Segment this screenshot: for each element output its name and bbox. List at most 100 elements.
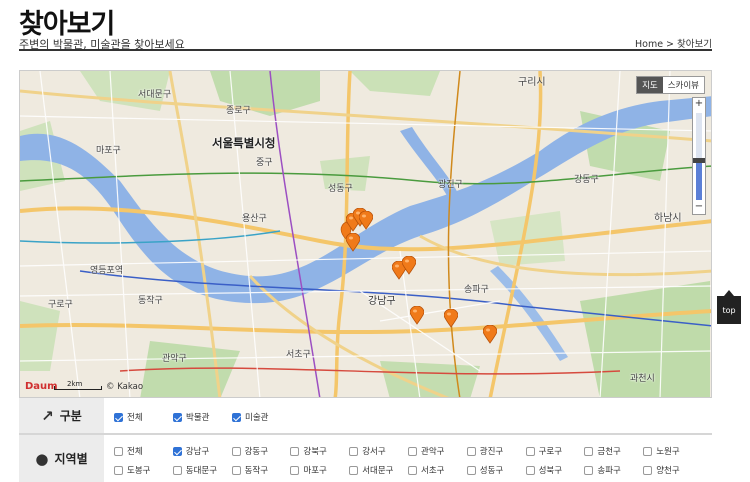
checkbox-option[interactable]: 도봉구: [114, 464, 150, 476]
category-options: 전체 박물관 미술관: [104, 398, 712, 433]
checkbox-option[interactable]: 성동구: [466, 464, 503, 476]
checkbox-unchecked[interactable]: [466, 446, 476, 456]
map-label-jongno: 종로구: [226, 106, 251, 116]
museum-marker-pin[interactable]: [359, 211, 373, 230]
checkbox-option[interactable]: 성북구: [525, 464, 563, 476]
map-view[interactable]: 서울특별시청 강남구 광진구 강동구 송파구 서초구 중구 용산구 마포구 동작…: [19, 70, 712, 398]
map-label-hanam: 하남시: [654, 213, 682, 224]
checkbox-unchecked[interactable]: [114, 446, 123, 456]
checkbox-label: 동작구: [244, 466, 269, 476]
map-type-skyview-button[interactable]: 스카이뷰: [663, 77, 704, 93]
checkbox-unchecked[interactable]: [114, 465, 123, 475]
checkbox-unchecked[interactable]: [584, 465, 594, 475]
checkbox-option[interactable]: 강동구: [231, 445, 269, 457]
checkbox-unchecked[interactable]: [349, 465, 359, 475]
filter-heading-region: ● 지역별: [19, 435, 104, 482]
map-label-gangnam: 강남구: [368, 296, 396, 307]
checkbox-label: 서초구: [421, 466, 445, 476]
checkbox-label: 구로구: [538, 447, 563, 457]
breadcrumb[interactable]: Home > 찾아보기: [635, 36, 712, 50]
filter-table: ↗ 구분 전체 박물관 미술관 ● 지역별 전체 강남구 강동구 강북구 강서구 관악구 광진구…: [19, 398, 712, 482]
checkbox-checked[interactable]: [232, 412, 241, 422]
map-label-gwanak: 관악구: [162, 354, 187, 364]
checkbox-label: 양천구: [656, 466, 680, 476]
checkbox-unchecked[interactable]: [408, 446, 417, 456]
map-label-guro: 구로구: [48, 300, 73, 310]
map-canvas[interactable]: [20, 71, 712, 398]
map-label-guri: 구리시: [518, 77, 546, 88]
checkbox-unchecked[interactable]: [349, 446, 359, 456]
checkbox-option[interactable]: 노원구: [643, 445, 680, 457]
checkbox-label: 강북구: [303, 447, 327, 457]
checkbox-label: 마포구: [303, 466, 327, 476]
checkbox-option[interactable]: 금천구: [584, 445, 621, 457]
checkbox-option[interactable]: 마포구: [290, 464, 327, 476]
museum-marker-pin[interactable]: [483, 325, 497, 344]
checkbox-unchecked[interactable]: [525, 446, 535, 456]
checkbox-option[interactable]: 강남구: [172, 445, 210, 457]
checkbox-option[interactable]: 박물관: [173, 411, 209, 423]
zoom-slider-handle[interactable]: [693, 158, 705, 164]
checkbox-unchecked[interactable]: [290, 465, 300, 475]
map-label-yongsan: 용산구: [242, 214, 267, 224]
checkbox-option[interactable]: 관악구: [408, 445, 444, 457]
checkbox-label: 성북구: [538, 466, 563, 476]
zoom-slider[interactable]: [693, 113, 705, 200]
checkbox-unchecked[interactable]: [643, 465, 653, 475]
checkbox-unchecked[interactable]: [643, 446, 653, 456]
map-label-yeongdeungpo: 영등포역: [90, 266, 124, 276]
globe-icon: ●: [35, 449, 49, 468]
checkbox-label: 송파구: [597, 466, 621, 476]
checkbox-option[interactable]: 양천구: [643, 464, 680, 476]
map-type-toggle[interactable]: 지도 스카이뷰: [636, 76, 705, 94]
checkbox-unchecked[interactable]: [231, 465, 241, 475]
checkbox-checked[interactable]: [114, 412, 123, 422]
checkbox-unchecked[interactable]: [172, 465, 182, 475]
checkbox-label: 미술관: [245, 413, 269, 423]
zoom-in-button[interactable]: +: [693, 98, 705, 111]
checkbox-option[interactable]: 동대문구: [172, 464, 217, 476]
museum-marker-pin[interactable]: [402, 256, 416, 275]
checkbox-option[interactable]: 구로구: [525, 445, 563, 457]
map-copyright: © Kakao: [106, 382, 144, 392]
checkbox-label: 전체: [127, 447, 143, 457]
checkbox-option[interactable]: 강서구: [349, 445, 386, 457]
map-label-jung: 중구: [256, 158, 273, 168]
checkbox-option[interactable]: 송파구: [584, 464, 621, 476]
museum-marker-pin[interactable]: [346, 233, 360, 252]
map-scale-bar: [54, 386, 102, 390]
checkbox-option[interactable]: 서대문구: [349, 464, 393, 476]
checkbox-unchecked[interactable]: [466, 465, 476, 475]
museum-marker-pin[interactable]: [444, 309, 458, 328]
checkbox-label: 강동구: [244, 447, 269, 457]
checkbox-unchecked[interactable]: [584, 446, 594, 456]
checkbox-unchecked[interactable]: [408, 465, 417, 475]
checkbox-unchecked[interactable]: [525, 465, 535, 475]
checkbox-unchecked[interactable]: [231, 446, 241, 456]
map-label-seongdong: 성동구: [328, 184, 353, 194]
checkbox-checked[interactable]: [173, 412, 182, 422]
map-label-songpa: 송파구: [464, 285, 489, 295]
checkbox-label: 도봉구: [127, 466, 151, 476]
checkbox-option[interactable]: 미술관: [232, 411, 268, 423]
map-type-map-button[interactable]: 지도: [637, 77, 663, 93]
checkbox-unchecked[interactable]: [290, 446, 300, 456]
checkbox-option[interactable]: 서초구: [408, 464, 444, 476]
filter-heading-label: 구분: [59, 409, 82, 423]
checkbox-option[interactable]: 강북구: [290, 445, 327, 457]
checkbox-label: 강남구: [185, 447, 210, 457]
zoom-control[interactable]: + −: [692, 97, 706, 215]
checkbox-option[interactable]: 동작구: [231, 464, 269, 476]
checkbox-option[interactable]: 전체: [114, 445, 143, 457]
map-label-mapo: 마포구: [96, 146, 121, 156]
museum-marker-pin[interactable]: [410, 306, 424, 325]
checkbox-option[interactable]: 전체: [114, 411, 143, 423]
zoom-out-button[interactable]: −: [693, 201, 705, 214]
region-options: 전체 강남구 강동구 강북구 강서구 관악구 광진구 구로구 금천구 노원구도봉구 동대문구 동작구 마…: [104, 435, 712, 482]
map-label-gangdong: 강동구: [574, 175, 599, 185]
checkbox-checked[interactable]: [172, 446, 182, 456]
map-label-seodaemun: 서대문구: [138, 90, 172, 100]
scroll-top-button[interactable]: top: [717, 290, 741, 324]
checkbox-option[interactable]: 광진구: [466, 445, 503, 457]
daum-logo: Daum: [25, 381, 58, 392]
